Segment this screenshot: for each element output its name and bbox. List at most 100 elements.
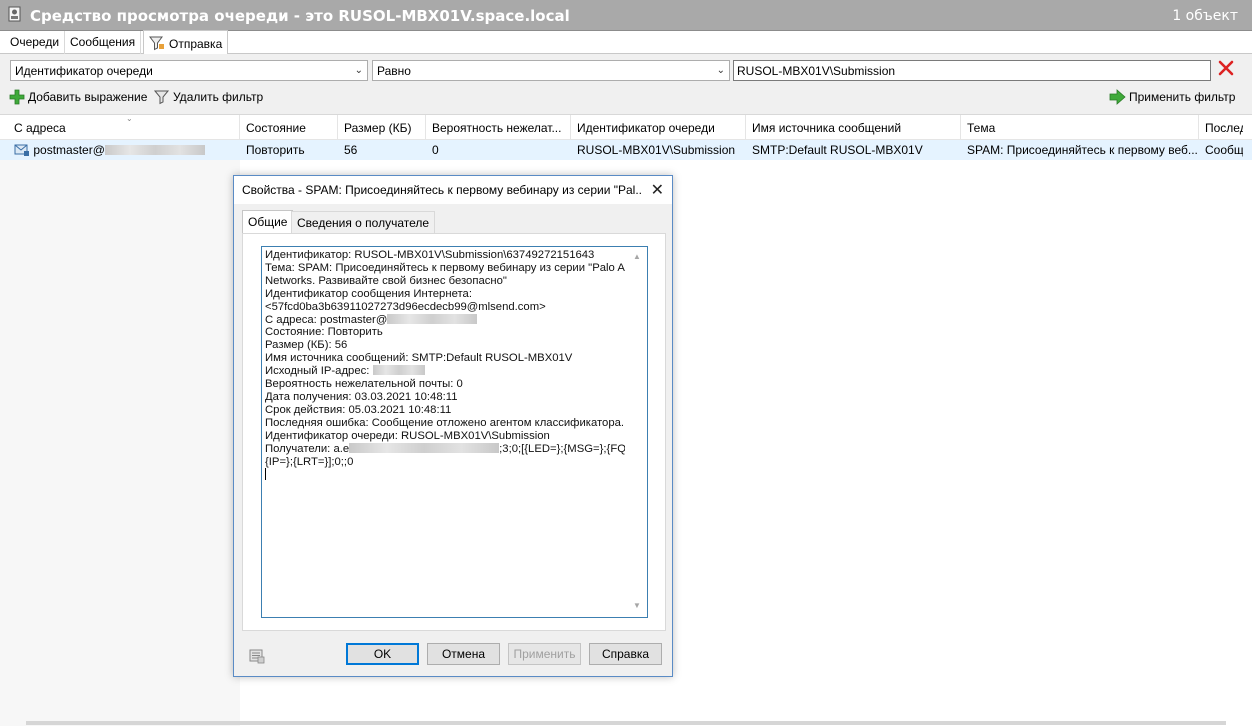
detail-line: Срок действия: 05.03.2021 10:48:11 <box>265 403 452 416</box>
redacted-area <box>387 313 478 324</box>
chevron-down-icon: ⌄ <box>716 65 725 76</box>
table-row[interactable]: postmaster@ Повторить 56 0 RUSOL-MBX01V\… <box>0 140 1252 160</box>
clear-filter-icon[interactable] <box>1217 59 1235 77</box>
detail-text: ;3;0;[{LED=};{MSG=};{FQDN=}; <box>499 442 625 455</box>
cell-from: postmaster@ <box>8 140 240 160</box>
tab-general[interactable]: Общие <box>242 210 294 234</box>
tab-recipient-info[interactable]: Сведения о получателе <box>291 211 436 233</box>
redacted-area <box>349 442 500 453</box>
detail-line: {IP=};{LRT=}];0;;0 <box>265 455 354 468</box>
column-header-last-error[interactable]: Послед <box>1199 115 1243 141</box>
column-header-label: С адреса <box>14 121 66 135</box>
cell-subject: SPAM: Присоединяйтесь к первому веб... <box>967 143 1198 157</box>
apply-button[interactable]: Применить <box>508 643 581 665</box>
grid-empty-area <box>0 160 240 726</box>
detail-line: <57fcd0ba3b63911027273d96ecdecb99@mlsend… <box>265 300 546 313</box>
redacted-area <box>372 365 425 376</box>
message-icon <box>14 144 29 156</box>
chevron-down-icon: ⌄ <box>354 65 363 76</box>
detail-line: Дата получения: 03.03.2021 10:48:11 <box>265 390 458 403</box>
tab-queues[interactable]: Очереди <box>5 31 66 54</box>
column-header-scl[interactable]: Вероятность нежелат... <box>426 115 571 141</box>
filter-field-value: Идентификатор очереди <box>15 64 153 78</box>
column-header-label: Идентификатор очереди <box>577 121 715 135</box>
queue-viewer-icon <box>8 6 21 22</box>
filter-value-input[interactable]: RUSOL-MBX01V\Submission <box>733 60 1211 81</box>
add-icon <box>9 89 25 105</box>
remove-filter-label: Удалить фильтр <box>173 90 264 104</box>
column-header-subject[interactable]: Тема <box>961 115 1199 141</box>
from-address: postmaster@ <box>33 143 105 157</box>
message-details-textarea[interactable]: Идентификатор: RUSOL-MBX01V\Submission\6… <box>261 246 648 618</box>
tab-submission[interactable]: Отправка <box>143 30 229 55</box>
window-title: Средство просмотра очереди - это RUSOL-M… <box>30 7 570 25</box>
detail-line-recipients: Получатели: a.e ;3;0;[{LED=};{MSG=};{FQDN… <box>265 442 625 456</box>
cell-last-error: Сообщ <box>1205 143 1243 157</box>
tab-label: Сообщения <box>70 35 136 49</box>
help-button[interactable]: Справка <box>589 643 662 665</box>
detail-line: Вероятность нежелательной почты: 0 <box>265 378 463 391</box>
detail-line: Имя источника сообщений: SMTP:Default RU… <box>265 352 573 365</box>
close-icon[interactable]: ✕ <box>651 180 664 200</box>
tab-label: Общие <box>248 215 288 229</box>
cell-scl: 0 <box>432 143 439 157</box>
filter-icon <box>149 36 164 51</box>
column-header-source[interactable]: Имя источника сообщений <box>746 115 961 141</box>
column-header-queue-id[interactable]: Идентификатор очереди <box>571 115 746 141</box>
grid-header: С адреса ⌄ Состояние Размер (КБ) Вероятн… <box>0 114 1252 141</box>
column-header-label: Послед <box>1205 121 1243 135</box>
filter-value-text: RUSOL-MBX01V\Submission <box>737 64 896 78</box>
detail-line: Идентификатор: RUSOL-MBX01V\Submission\6… <box>265 249 595 261</box>
dialog-title-bar: Свойства - SPAM: Присоединяйтесь к перво… <box>234 176 672 204</box>
cancel-button[interactable]: Отмена <box>427 643 500 665</box>
arrow-right-icon <box>1109 89 1126 105</box>
detail-line: Тема: SPAM: Присоединяйтесь к первому ве… <box>265 261 625 274</box>
apply-filter-button[interactable]: Применить фильтр <box>1109 88 1235 106</box>
detail-text: Получатели: a.e <box>265 442 350 455</box>
scroll-up-icon[interactable]: ▲ <box>633 251 641 264</box>
tab-label: Сведения о получателе <box>297 216 430 230</box>
filter-operator-select[interactable]: Равно ⌄ <box>372 60 730 81</box>
column-header-from[interactable]: С адреса ⌄ <box>8 115 240 141</box>
dialog-title: Свойства - SPAM: Присоединяйтесь к перво… <box>242 183 642 197</box>
detail-line-source-ip: Исходный IP-адрес: <box>265 365 625 378</box>
column-header-size[interactable]: Размер (КБ) <box>338 115 426 141</box>
filter-operator-value: Равно <box>377 64 411 78</box>
detail-line: Networks. Развивайте свой бизнес безопас… <box>265 274 507 287</box>
object-count: 1 объект <box>1172 8 1238 24</box>
cell-size: 56 <box>344 143 358 157</box>
detail-line: Идентификатор сообщения Интернета: <box>265 287 472 300</box>
window-title-bar: Средство просмотра очереди - это RUSOL-M… <box>0 0 1252 31</box>
tab-label: Очереди <box>10 35 60 49</box>
cell-queue-id: RUSOL-MBX01V\Submission <box>577 143 736 157</box>
ok-button[interactable]: OK <box>346 643 419 665</box>
horizontal-scrollbar[interactable] <box>26 721 1226 725</box>
tab-messages[interactable]: Сообщения <box>65 31 142 54</box>
tab-strip: Очереди Сообщения Отправка <box>0 30 1252 55</box>
remove-filter-button[interactable]: Удалить фильтр <box>154 88 263 106</box>
detail-line: Идентификатор очереди: RUSOL-MBX01V\Subm… <box>265 429 550 442</box>
filter-icon <box>154 90 170 105</box>
redacted-area <box>104 145 205 155</box>
detail-text: Исходный IP-адрес: <box>265 365 373 378</box>
column-header-label: Размер (КБ) <box>344 121 412 135</box>
tab-label: Отправка <box>169 37 223 51</box>
filter-panel: Идентификатор очереди ⌄ Равно ⌄ RUSOL-MB… <box>0 54 1252 114</box>
properties-dialog: Свойства - SPAM: Присоединяйтесь к перво… <box>233 175 673 677</box>
column-header-status[interactable]: Состояние <box>240 115 338 141</box>
vertical-scrollbar[interactable]: ▲ ▼ <box>629 248 646 616</box>
text-caret <box>265 468 266 481</box>
detail-line: Размер (КБ): 56 <box>265 339 348 352</box>
column-header-label: Имя источника сообщений <box>752 121 902 135</box>
column-header-label: Вероятность нежелат... <box>432 121 562 135</box>
add-expression-button[interactable]: Добавить выражение <box>9 88 147 106</box>
apply-filter-label: Применить фильтр <box>1129 90 1236 104</box>
add-expression-label: Добавить выражение <box>28 90 148 104</box>
detail-line: Состояние: Повторить <box>265 326 383 339</box>
filter-field-select[interactable]: Идентификатор очереди ⌄ <box>10 60 368 81</box>
sort-down-icon: ⌄ <box>126 115 133 123</box>
detail-line: Последняя ошибка: Сообщение отложено аге… <box>265 416 625 429</box>
scroll-down-icon[interactable]: ▼ <box>633 600 641 613</box>
cell-source: SMTP:Default RUSOL-MBX01V <box>752 143 923 157</box>
detail-line-from: С адреса: postmaster@ <box>265 313 625 327</box>
